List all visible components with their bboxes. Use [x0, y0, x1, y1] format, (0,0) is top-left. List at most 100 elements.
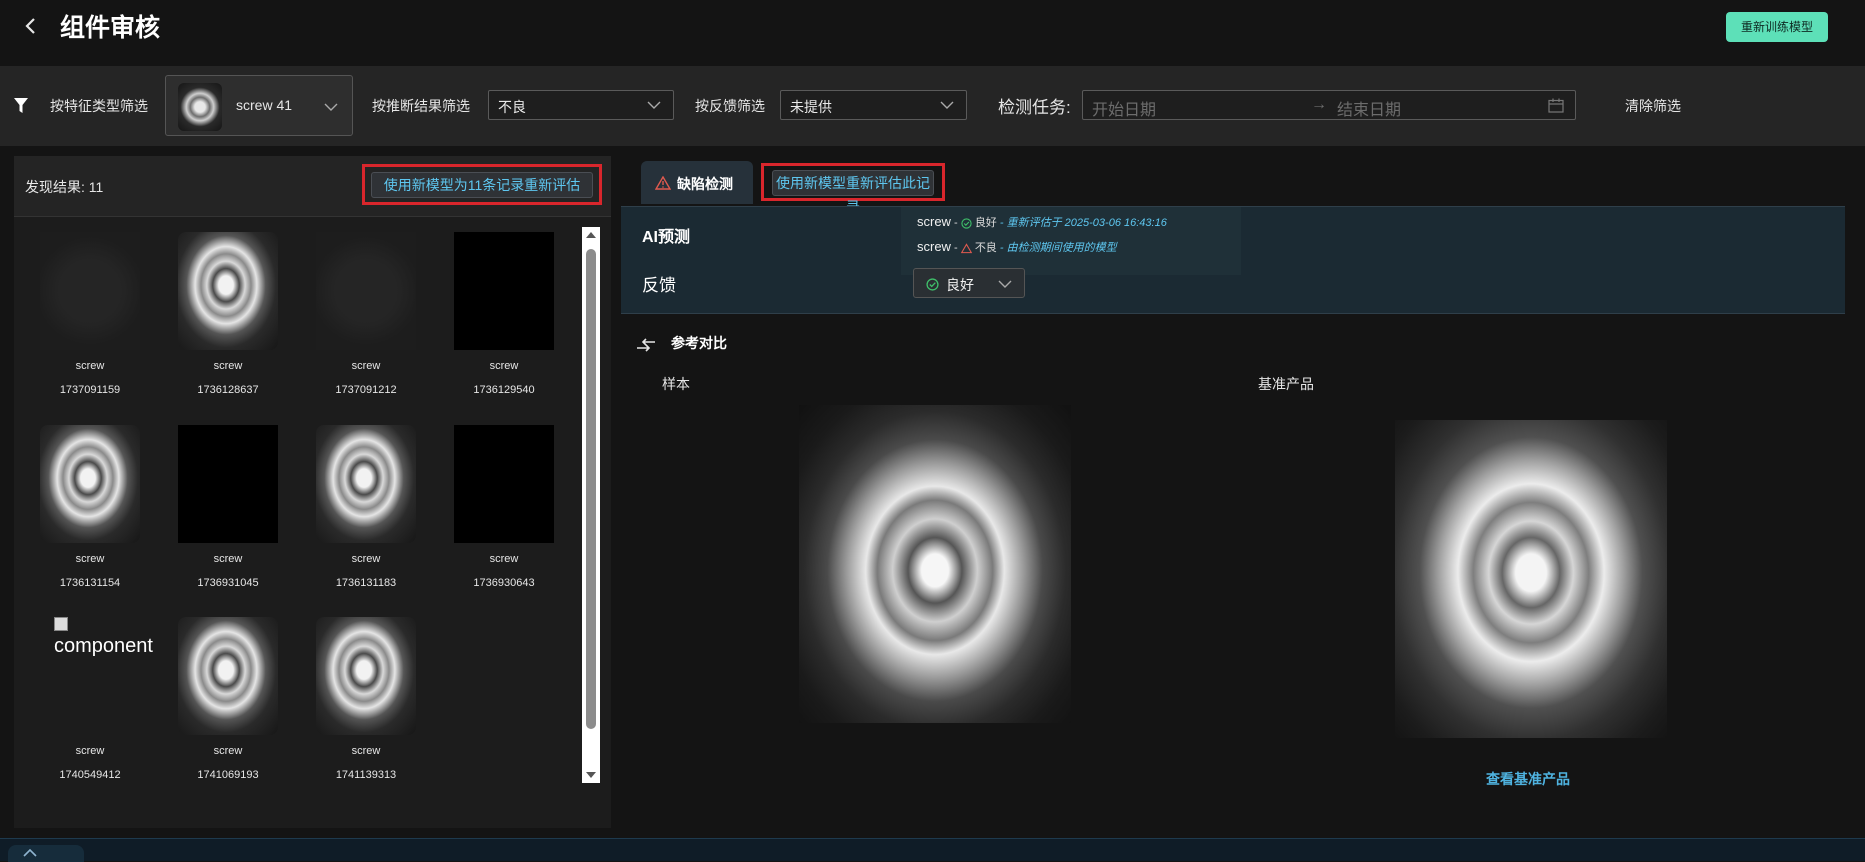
feedback-filter-value: 未提供 [790, 99, 832, 115]
sample-label: 样本 [662, 376, 690, 392]
item-type: screw [351, 745, 381, 757]
prediction-separator: - [954, 217, 958, 229]
bottom-bar [0, 838, 1865, 862]
reevaluate-record-button[interactable]: 使用新模型重新评估此记录 [772, 170, 934, 215]
component-thumbnail [178, 425, 278, 543]
results-header: 发现结果: 11 使用新模型为11条记录重新评估 [14, 156, 611, 217]
chevron-down-icon [324, 103, 338, 111]
item-id: 1736128637 [197, 384, 259, 396]
chevron-down-icon [647, 101, 661, 109]
tab-defect-detection[interactable]: 缺陷检测 [641, 161, 753, 204]
prediction-row: screw - 不良 - 由检测期间使用的模型 [917, 239, 1117, 254]
compare-label: 参考对比 [671, 335, 727, 351]
item-id: 1741139313 [335, 769, 397, 781]
item-id: 1736131154 [59, 577, 121, 589]
image-alt-text: component [54, 635, 153, 657]
item-type: screw [213, 360, 243, 372]
base-product-label: 基准产品 [1258, 376, 1314, 392]
feature-type-select[interactable]: screw 41 [165, 75, 353, 136]
component-thumbnail [40, 232, 140, 350]
reevaluate-all-button[interactable]: 使用新模型为11条记录重新评估 [371, 172, 593, 198]
feature-thumbnail [178, 83, 222, 131]
scroll-down-icon[interactable] [585, 770, 597, 780]
feedback-value: 良好 [946, 277, 974, 293]
chevron-down-icon [940, 101, 954, 109]
ai-prediction-label: AI预测 [642, 229, 691, 246]
calendar-icon[interactable] [1548, 98, 1564, 113]
arrow-right-icon: → [1311, 96, 1327, 113]
item-type: screw [213, 745, 243, 757]
component-thumbnail [178, 617, 278, 735]
check-circle-icon [961, 217, 972, 229]
detail-panel: 缺陷检测 使用新模型重新评估此记录 AI预测 screw - 良好 - 重新评估… [621, 146, 1865, 828]
item-type: screw [489, 553, 519, 565]
component-thumbnail [316, 425, 416, 543]
prediction-note: 重新评估于 2025-03-06 16:43:16 [1006, 217, 1167, 229]
warning-icon [960, 242, 972, 253]
task-label: 检测任务: [998, 98, 1071, 117]
view-base-product-link[interactable]: 查看基准产品 [1486, 769, 1570, 789]
prediction-result: 良好 [974, 217, 997, 229]
component-thumbnail [316, 617, 416, 735]
feature-type-value: screw 41 [236, 97, 293, 113]
filter-icon [14, 98, 28, 113]
item-type: screw [489, 360, 519, 372]
back-icon[interactable] [22, 14, 40, 38]
broken-image: component [40, 617, 153, 735]
item-id: 1736129540 [473, 384, 535, 396]
broken-image-icon [54, 617, 68, 631]
check-circle-icon [926, 278, 939, 291]
collapse-button[interactable] [8, 845, 84, 862]
prediction-name: screw [917, 214, 951, 229]
component-thumbnail [454, 232, 554, 350]
inference-result-select[interactable]: 不良 [488, 90, 674, 120]
scroll-thumb[interactable] [586, 249, 596, 729]
chevron-down-icon [998, 280, 1012, 288]
component-thumbnail [178, 232, 278, 350]
results-scrollbar[interactable] [582, 227, 600, 783]
feedback-label: 反馈 [642, 276, 676, 295]
retrain-model-button[interactable]: 重新训练模型 [1726, 12, 1828, 42]
prediction-name: screw [917, 239, 951, 254]
sample-image [799, 405, 1071, 723]
item-id: 1741069193 [197, 769, 259, 781]
item-type: screw [75, 745, 105, 757]
feedback-value-select[interactable]: 良好 [913, 268, 1025, 298]
page-title: 组件审核 [60, 14, 161, 42]
tab-label: 缺陷检测 [677, 176, 733, 192]
warning-icon [655, 176, 671, 190]
component-thumbnail [40, 425, 140, 543]
scroll-up-icon[interactable] [585, 230, 597, 240]
item-id: 1737091159 [59, 384, 121, 396]
date-range-picker[interactable]: 开始日期 → 结束日期 [1082, 90, 1576, 120]
item-type: screw [351, 553, 381, 565]
results-count: 发现结果: 11 [25, 179, 104, 195]
item-id: 1740549412 [59, 769, 121, 781]
component-thumbnail [454, 425, 554, 543]
prediction-note: 由检测期间使用的模型 [1006, 242, 1117, 254]
feature-filter-label: 按特征类型筛选 [50, 98, 148, 114]
item-id: 1736131183 [335, 577, 397, 589]
prediction-row: screw - 良好 - 重新评估于 2025-03-06 16:43:16 [917, 214, 1167, 229]
item-type: screw [75, 360, 105, 372]
prediction-result: 不良 [974, 242, 997, 254]
item-type: screw [351, 360, 381, 372]
start-date-input[interactable]: 开始日期 [1092, 96, 1156, 120]
inference-filter-label: 按推断结果筛选 [372, 98, 470, 114]
inference-result-value: 不良 [498, 99, 526, 115]
item-id: 1737091212 [335, 384, 397, 396]
base-product-image [1395, 420, 1667, 738]
component-thumbnail [316, 232, 416, 350]
filter-bar: 按特征类型筛选 screw 41 按推断结果筛选 不良 按反馈筛选 未提供 检测… [0, 66, 1865, 146]
end-date-input[interactable]: 结束日期 [1337, 96, 1401, 120]
item-type: screw [75, 553, 105, 565]
compare-arrows-icon [637, 338, 655, 352]
item-id: 1736931045 [197, 577, 259, 589]
feedback-select[interactable]: 未提供 [780, 90, 967, 120]
clear-filters-button[interactable]: 清除筛选 [1625, 96, 1681, 116]
prediction-separator: - [954, 242, 958, 254]
item-type: screw [213, 553, 243, 565]
results-panel: 发现结果: 11 使用新模型为11条记录重新评估 screw 173709115… [14, 156, 611, 828]
feedback-filter-label: 按反馈筛选 [695, 98, 765, 114]
chevron-up-icon [23, 848, 37, 857]
